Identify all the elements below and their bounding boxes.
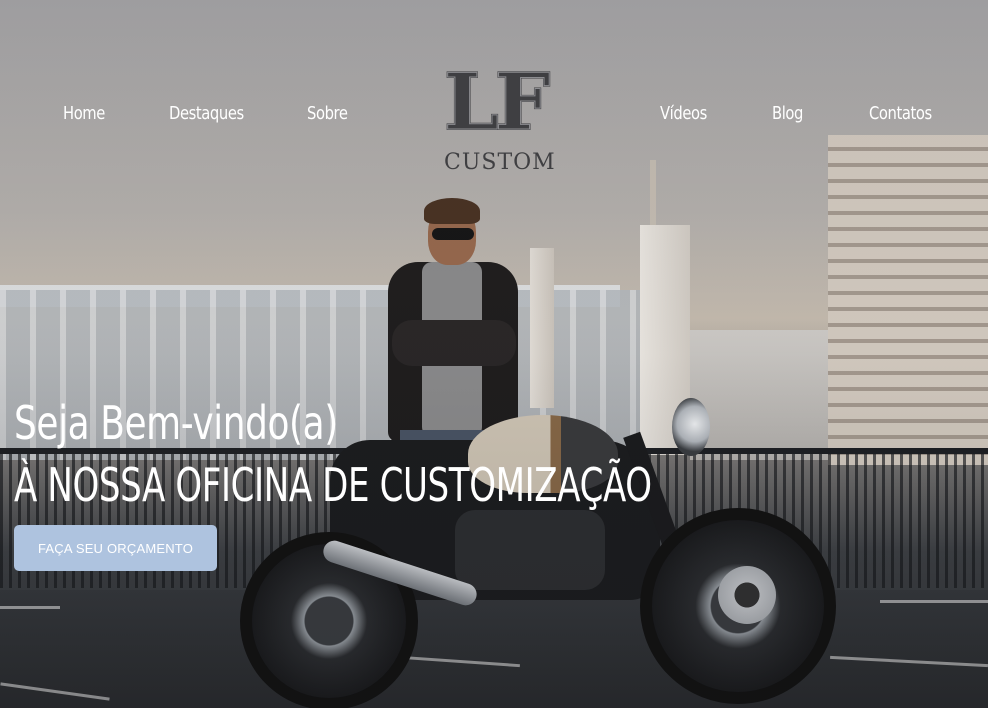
request-quote-button[interactable]: FAÇA SEU ORÇAMENTO	[14, 525, 217, 571]
nav-home[interactable]: Home	[63, 103, 105, 124]
nav-contatos[interactable]: Contatos	[869, 103, 932, 124]
hero-section: Home Destaques Sobre Vídeos Blog Contato…	[0, 0, 988, 708]
nav-destaques[interactable]: Destaques	[169, 103, 244, 124]
nav-videos[interactable]: Vídeos	[660, 103, 707, 124]
hero-title: Seja Bem-vindo(a)	[14, 396, 338, 450]
logo-mark-outline: LF	[443, 57, 550, 148]
logo-subtitle: CUSTOM	[444, 150, 556, 175]
site-logo[interactable]: LF LF CUSTOM	[440, 57, 566, 179]
nav-blog[interactable]: Blog	[772, 103, 803, 124]
nav-sobre[interactable]: Sobre	[307, 103, 348, 124]
hero-subtitle: À NOSSA OFICINA DE CUSTOMIZAÇÃO	[14, 458, 652, 512]
